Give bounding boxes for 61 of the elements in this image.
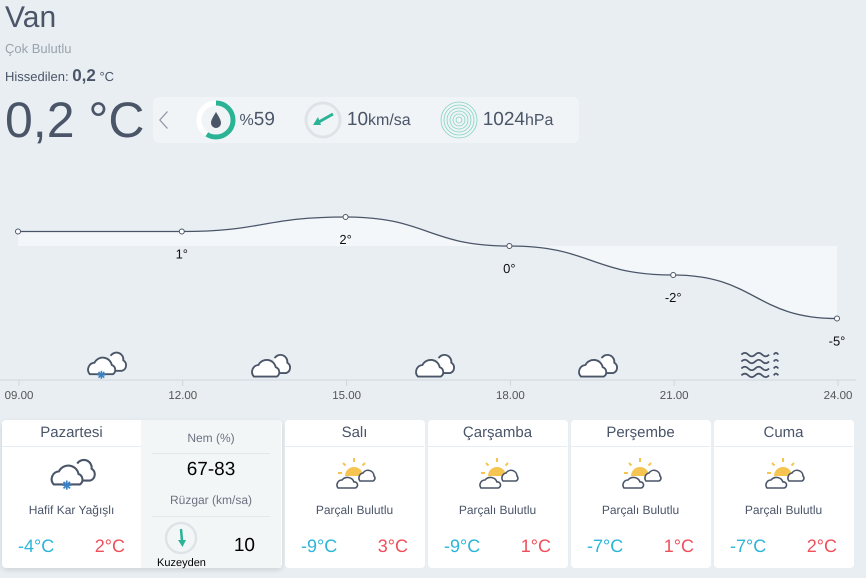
humidity-range: 67-83 bbox=[186, 458, 236, 482]
time-label: 21.00 bbox=[660, 390, 689, 402]
low-temperature: -9°C bbox=[444, 535, 480, 558]
high-temperature: 2°C bbox=[806, 535, 837, 558]
data-point bbox=[342, 214, 349, 220]
pressure-icon bbox=[438, 100, 479, 140]
humidity-label: Nem (%) bbox=[187, 430, 235, 447]
wind-label: Rüzgar (km/sa) bbox=[170, 492, 252, 508]
time-label: 12.00 bbox=[168, 390, 198, 402]
wind-speed: 10 bbox=[234, 534, 255, 558]
condition-text: Çok Bulutlu bbox=[5, 40, 72, 58]
time-label: 18.00 bbox=[496, 390, 525, 402]
high-temperature: 3°C bbox=[378, 535, 408, 558]
humidity-gauge bbox=[196, 100, 236, 140]
high-temperature: 1°C bbox=[664, 535, 694, 558]
day-card[interactable]: Çarşamba Parçalı Bulutlu -9°C 1°C bbox=[428, 420, 568, 568]
metric-value: 10km/sa bbox=[346, 108, 411, 132]
wind-direction: Kuzeyden bbox=[157, 556, 206, 570]
snow-cloud-icon bbox=[48, 457, 96, 491]
day-name: Perşembe bbox=[606, 422, 675, 443]
city-name: Van bbox=[5, 0, 58, 36]
time-label: 15.00 bbox=[332, 390, 361, 402]
low-temperature: -7°C bbox=[730, 535, 766, 558]
day-condition: Parçalı Bulutlu bbox=[744, 502, 822, 519]
day-name: Cuma bbox=[763, 422, 804, 443]
day-name: Salı bbox=[342, 422, 368, 443]
time-label: 09.00 bbox=[4, 390, 34, 402]
data-point bbox=[15, 228, 21, 234]
time-label: 24.00 bbox=[824, 390, 852, 402]
day-name: Pazartesi bbox=[40, 422, 103, 443]
wind-direction-icon bbox=[164, 520, 198, 554]
temperature-label: -2° bbox=[664, 290, 682, 305]
temperature-label: 0° bbox=[503, 261, 516, 276]
day-condition: Parçalı Bulutlu bbox=[458, 502, 536, 519]
previous-button[interactable] bbox=[158, 111, 168, 129]
data-point bbox=[670, 272, 676, 278]
wind-direction-icon bbox=[302, 100, 343, 140]
temperature-label: -5° bbox=[828, 334, 846, 348]
data-point bbox=[506, 243, 512, 249]
chevron-left-icon bbox=[158, 111, 168, 129]
day-name: Çarşamba bbox=[462, 422, 532, 443]
temperature-label: 1° bbox=[176, 246, 188, 262]
feels-like: Hissedilen: 0,2 °C bbox=[5, 64, 116, 86]
data-point bbox=[178, 228, 185, 234]
high-temperature: 2°C bbox=[94, 535, 125, 558]
day-card[interactable]: Pazartesi Hafif Kar Yağışlı -4°C 2°C Nem (%) 67-83 Rüzgar (km/sa) Kuzeyden 10 bbox=[2, 420, 282, 568]
high-temperature: 1°C bbox=[520, 535, 551, 558]
day-condition: Parçalı Bulutlu bbox=[602, 502, 680, 519]
current-temperature: 0,2 °C bbox=[5, 91, 145, 150]
temperature-label: 2° bbox=[339, 232, 352, 247]
data-point bbox=[834, 316, 840, 322]
day-card[interactable]: Perşembe Parçalı Bulutlu -7°C 1°C bbox=[571, 420, 711, 568]
low-temperature: -7°C bbox=[587, 535, 624, 558]
day-condition: Parçalı Bulutlu bbox=[316, 502, 394, 519]
day-card[interactable]: Cuma Parçalı Bulutlu -7°C 2°C bbox=[714, 420, 854, 568]
day-card[interactable]: Salı Parçalı Bulutlu -9°C 3°C bbox=[285, 420, 425, 568]
low-temperature: -9°C bbox=[301, 535, 338, 558]
metric-value: %59 bbox=[240, 108, 275, 132]
metric-value: 1024hPa bbox=[482, 108, 554, 132]
day-condition: Hafif Kar Yağışlı bbox=[28, 502, 114, 519]
low-temperature: -4°C bbox=[18, 535, 54, 558]
